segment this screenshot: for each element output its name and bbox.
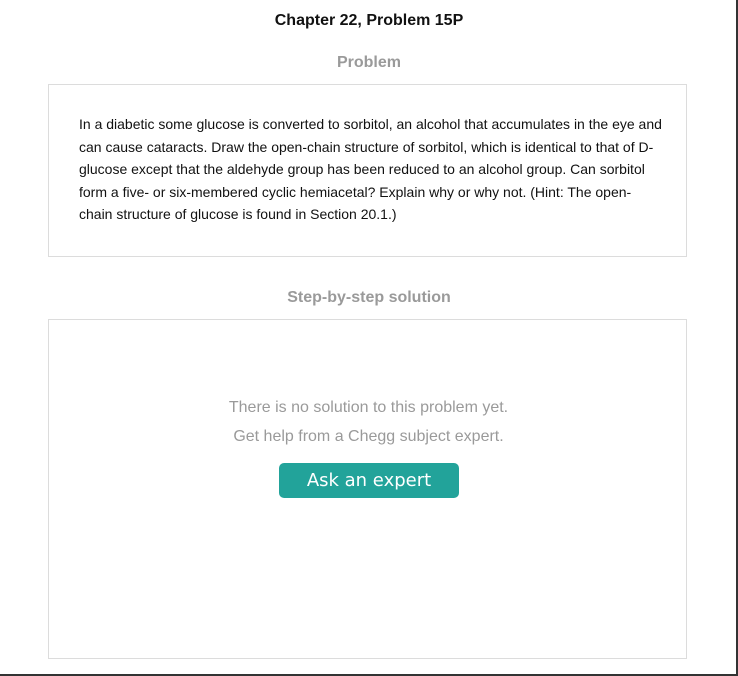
ask-an-expert-button[interactable]: Ask an expert [279, 463, 459, 498]
no-solution-message: There is no solution to this problem yet… [228, 399, 509, 416]
solution-card: There is no solution to this problem yet… [48, 319, 687, 659]
problem-heading: Problem [336, 54, 401, 71]
solution-heading: Step-by-step solution [287, 289, 451, 306]
expert-help-message: Get help from a Chegg subject expert. [233, 428, 504, 445]
problem-card: In a diabetic some glucose is converted … [48, 84, 687, 257]
problem-text: In a diabetic some glucose is converted … [79, 116, 662, 222]
page-title: Chapter 22, Problem 15P [274, 12, 464, 29]
